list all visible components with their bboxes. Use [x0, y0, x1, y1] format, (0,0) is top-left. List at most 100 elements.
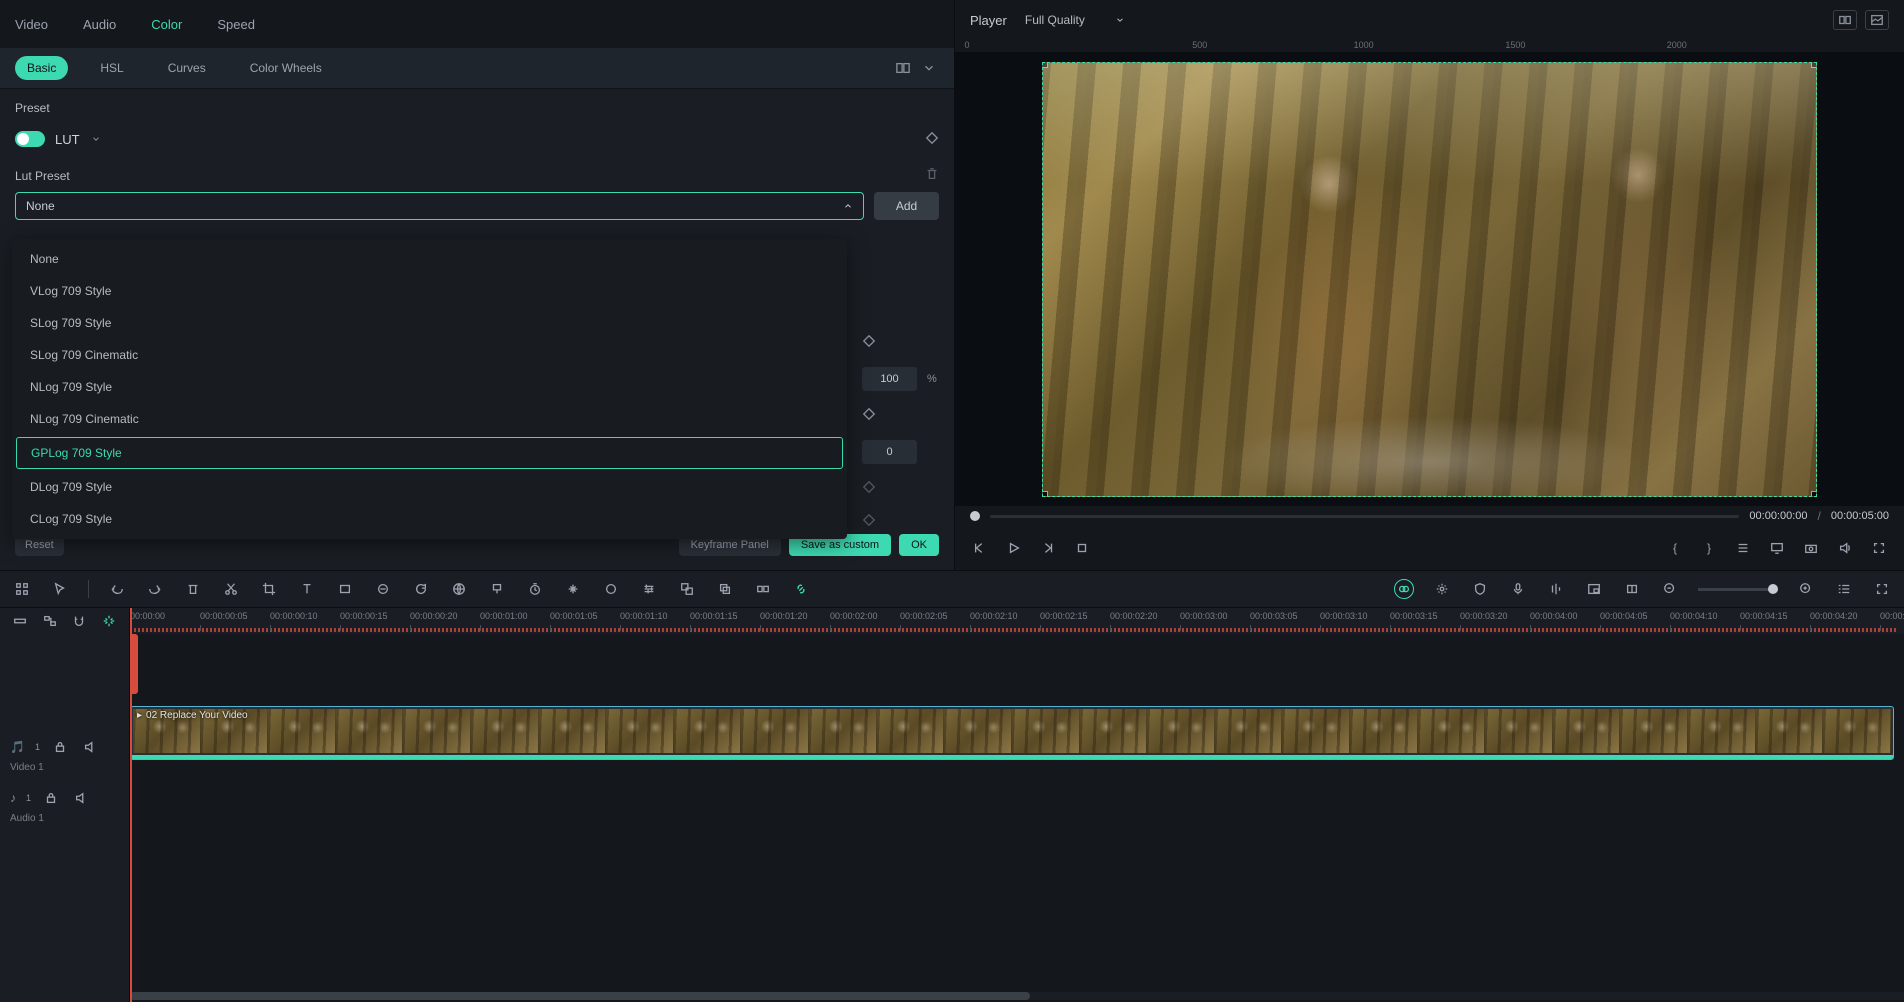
crop-icon[interactable]	[259, 579, 279, 599]
trash-icon[interactable]	[925, 167, 939, 184]
resize-handle[interactable]	[1042, 62, 1048, 68]
delete-icon[interactable]	[183, 579, 203, 599]
list-view-icon[interactable]	[1834, 579, 1854, 599]
list-icon[interactable]	[1733, 538, 1753, 558]
player-viewport[interactable]	[955, 52, 1904, 506]
snapshot-icon[interactable]	[1801, 538, 1821, 558]
next-frame-icon[interactable]	[1038, 538, 1058, 558]
mute-icon[interactable]	[80, 737, 100, 757]
dropdown-item[interactable]: GPLog 709 Style	[16, 437, 843, 469]
playhead-dot[interactable]	[970, 511, 980, 521]
subtab-colorwheels[interactable]: Color Wheels	[238, 56, 334, 80]
subtab-curves[interactable]: Curves	[156, 56, 218, 80]
redo-icon[interactable]	[145, 579, 165, 599]
playhead-track[interactable]	[990, 515, 1739, 518]
magnet-icon[interactable]	[70, 611, 90, 631]
chevron-down-icon[interactable]	[86, 129, 106, 149]
track-motion-icon[interactable]	[563, 579, 583, 599]
value-input[interactable]: 0	[862, 440, 917, 464]
quality-select[interactable]: Full Quality	[1025, 13, 1125, 27]
subtab-hsl[interactable]: HSL	[88, 56, 135, 80]
compare-view-icon[interactable]	[893, 58, 913, 78]
mic-icon[interactable]	[1508, 579, 1528, 599]
scrollbar-thumb[interactable]	[130, 992, 1030, 1000]
undo-icon[interactable]	[107, 579, 127, 599]
mute-icon[interactable]	[71, 788, 91, 808]
link-tracks-icon[interactable]	[40, 611, 60, 631]
zoom-out-icon[interactable]	[1660, 579, 1680, 599]
rect-icon[interactable]	[335, 579, 355, 599]
monitor-icon[interactable]	[1767, 538, 1787, 558]
dropdown-item[interactable]: VLog 709 Style	[12, 275, 847, 307]
value-input[interactable]: 100	[862, 367, 917, 391]
tab-color[interactable]: Color	[151, 17, 182, 32]
lock-icon[interactable]	[41, 788, 61, 808]
dropdown-item[interactable]: SLog 709 Cinematic	[12, 339, 847, 371]
split-icon[interactable]	[753, 579, 773, 599]
dropdown-item[interactable]: None	[12, 243, 847, 275]
tab-video[interactable]: Video	[15, 17, 48, 32]
group-icon[interactable]	[677, 579, 697, 599]
time-ruler[interactable]: 00:00:0000:00:00:0500:00:00:1000:00:00:1…	[130, 608, 1904, 634]
link-icon[interactable]	[791, 579, 811, 599]
zoom-slider[interactable]	[1698, 588, 1778, 591]
add-button[interactable]: Add	[874, 192, 939, 220]
cursor-icon[interactable]	[50, 579, 70, 599]
horizontal-scrollbar[interactable]	[130, 992, 1904, 1000]
dropdown-item[interactable]: DLog 709 Style	[12, 471, 847, 503]
keyframe-icon[interactable]	[862, 407, 876, 424]
play-icon[interactable]	[1004, 538, 1024, 558]
dropdown-item[interactable]: NLog 709 Style	[12, 371, 847, 403]
playhead[interactable]	[130, 608, 132, 1002]
video-track[interactable]: ▸ 02 Replace Your Video	[130, 704, 1904, 762]
dropdown-item[interactable]: SLog 709 Style	[12, 307, 847, 339]
gear-icon[interactable]	[1432, 579, 1452, 599]
image-view-icon[interactable]	[1865, 10, 1889, 30]
dropdown-item[interactable]: CLog 709 Style	[12, 503, 847, 535]
text-icon[interactable]	[297, 579, 317, 599]
rotate-icon[interactable]	[411, 579, 431, 599]
zoom-in-icon[interactable]	[1796, 579, 1816, 599]
mask-icon[interactable]	[373, 579, 393, 599]
resize-handle[interactable]	[1042, 491, 1048, 497]
subtab-basic[interactable]: Basic	[15, 56, 68, 80]
dropdown-item[interactable]: NLog 709 Cinematic	[12, 403, 847, 435]
grid-icon[interactable]	[12, 579, 32, 599]
color-match-icon[interactable]	[1394, 579, 1414, 599]
resize-handle[interactable]	[1811, 491, 1817, 497]
mark-in-icon[interactable]: {	[1665, 538, 1685, 558]
auto-ripple-icon[interactable]	[99, 611, 119, 631]
adjust-icon[interactable]	[639, 579, 659, 599]
fit-icon[interactable]	[1872, 579, 1892, 599]
prev-frame-icon[interactable]	[970, 538, 990, 558]
fullscreen-icon[interactable]	[1869, 538, 1889, 558]
shield-icon[interactable]	[1470, 579, 1490, 599]
marker-down-icon[interactable]	[487, 579, 507, 599]
grid-view-icon[interactable]	[1833, 10, 1857, 30]
mark-out-icon[interactable]: }	[1699, 538, 1719, 558]
resize-handle[interactable]	[1811, 62, 1817, 68]
copy-icon[interactable]	[715, 579, 735, 599]
tab-audio[interactable]: Audio	[83, 17, 116, 32]
globe-icon[interactable]	[449, 579, 469, 599]
lock-icon[interactable]	[50, 737, 70, 757]
pip-icon[interactable]	[1584, 579, 1604, 599]
video-clip[interactable]: ▸ 02 Replace Your Video	[130, 706, 1894, 760]
lut-preset-select[interactable]: None	[15, 192, 864, 220]
lut-toggle[interactable]	[15, 131, 45, 147]
stop-icon[interactable]	[1072, 538, 1092, 558]
preview-frame[interactable]	[1042, 62, 1817, 497]
keyframe-icon[interactable]	[862, 334, 876, 351]
color-icon[interactable]	[601, 579, 621, 599]
keyframe-icon[interactable]	[925, 131, 939, 148]
playhead-handle[interactable]	[130, 634, 138, 694]
volume-icon[interactable]	[1835, 538, 1855, 558]
chevron-down-icon[interactable]	[919, 58, 939, 78]
ok-button[interactable]: OK	[899, 534, 939, 556]
marker-icon[interactable]	[1622, 579, 1642, 599]
timer-icon[interactable]	[525, 579, 545, 599]
tab-speed[interactable]: Speed	[217, 17, 255, 32]
cut-icon[interactable]	[221, 579, 241, 599]
audio-mix-icon[interactable]	[1546, 579, 1566, 599]
track-icon[interactable]	[10, 611, 30, 631]
